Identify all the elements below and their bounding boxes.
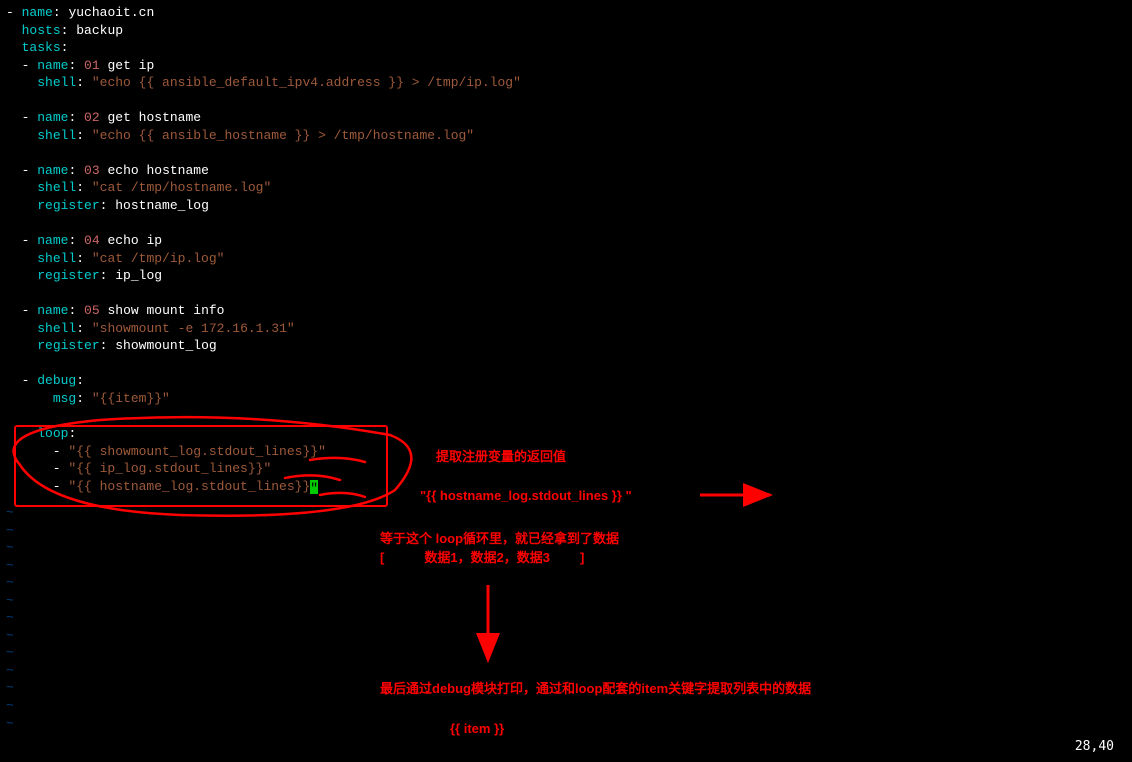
yaml-string: "cat /tmp/ip.log" <box>92 251 225 266</box>
yaml-key: name <box>22 5 53 20</box>
yaml-key: loop <box>37 426 68 441</box>
yaml-string: "showmount -e 172.16.1.31" <box>92 321 295 336</box>
yaml-key: name <box>37 58 68 73</box>
annotation-text: 最后通过debug模块打印，通过和loop配套的item关键字提取列表中的数据 <box>380 680 811 698</box>
vim-status-position: 28,40 <box>1075 738 1114 756</box>
yaml-key: register <box>37 198 99 213</box>
yaml-key: shell <box>37 128 76 143</box>
yaml-key: name <box>37 110 68 125</box>
yaml-key: name <box>37 233 68 248</box>
annotation-code: "{{ hostname_log.stdout_lines }} " <box>420 487 632 505</box>
vim-tilde-lines: ~ ~ ~ ~ ~ ~ ~ ~ ~ ~ ~ ~ ~ <box>6 504 14 732</box>
yaml-string: "{{ hostname_log.stdout_lines}} <box>68 479 310 494</box>
yaml-value: backup <box>76 23 123 38</box>
yaml-string: "echo {{ ansible_hostname }} > /tmp/host… <box>92 128 474 143</box>
yaml-string: "{{ ip_log.stdout_lines}}" <box>68 461 271 476</box>
yaml-string: "{{ showmount_log.stdout_lines}}" <box>68 444 325 459</box>
yaml-key: hosts <box>22 23 61 38</box>
annotation-code: {{ item }} <box>450 720 504 738</box>
yaml-value: yuchaoit.cn <box>68 5 154 20</box>
yaml-value: get hostname <box>107 110 201 125</box>
yaml-key: shell <box>37 251 76 266</box>
yaml-key: register <box>37 338 99 353</box>
task-number: 01 <box>84 58 100 73</box>
yaml-key: debug <box>37 373 76 388</box>
annotation-text: [数据1，数据2，数据3] <box>380 549 584 567</box>
task-number: 02 <box>84 110 100 125</box>
task-number: 05 <box>84 303 100 318</box>
annotation-text: 提取注册变量的返回值 <box>436 448 566 466</box>
yaml-value: show mount info <box>107 303 224 318</box>
yaml-string: "echo {{ ansible_default_ipv4.address }}… <box>92 75 521 90</box>
editor-content[interactable]: - name: yuchaoit.cn hosts: backup tasks:… <box>6 4 1126 495</box>
yaml-key: name <box>37 303 68 318</box>
cursor: " <box>310 480 318 494</box>
annotation-text: 等于这个 loop循环里，就已经拿到了数据 <box>380 530 619 548</box>
yaml-key: msg <box>53 391 76 406</box>
yaml-key: register <box>37 268 99 283</box>
task-number: 04 <box>84 233 100 248</box>
yaml-key: name <box>37 163 68 178</box>
yaml-value: showmount_log <box>115 338 216 353</box>
yaml-key: shell <box>37 321 76 336</box>
yaml-value: ip_log <box>115 268 162 283</box>
yaml-key: shell <box>37 75 76 90</box>
yaml-key: shell <box>37 180 76 195</box>
yaml-value: hostname_log <box>115 198 209 213</box>
yaml-string: "{{item}}" <box>92 391 170 406</box>
yaml-key: tasks <box>22 40 61 55</box>
yaml-value: echo hostname <box>107 163 208 178</box>
yaml-string: "cat /tmp/hostname.log" <box>92 180 271 195</box>
yaml-value: get ip <box>107 58 154 73</box>
yaml-value: echo ip <box>107 233 162 248</box>
task-number: 03 <box>84 163 100 178</box>
